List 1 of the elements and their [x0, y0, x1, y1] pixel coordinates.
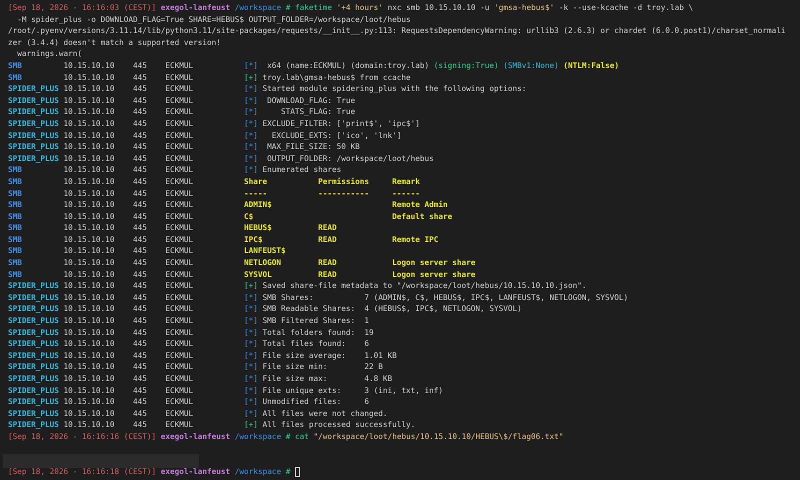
text-cursor [294, 466, 300, 477]
